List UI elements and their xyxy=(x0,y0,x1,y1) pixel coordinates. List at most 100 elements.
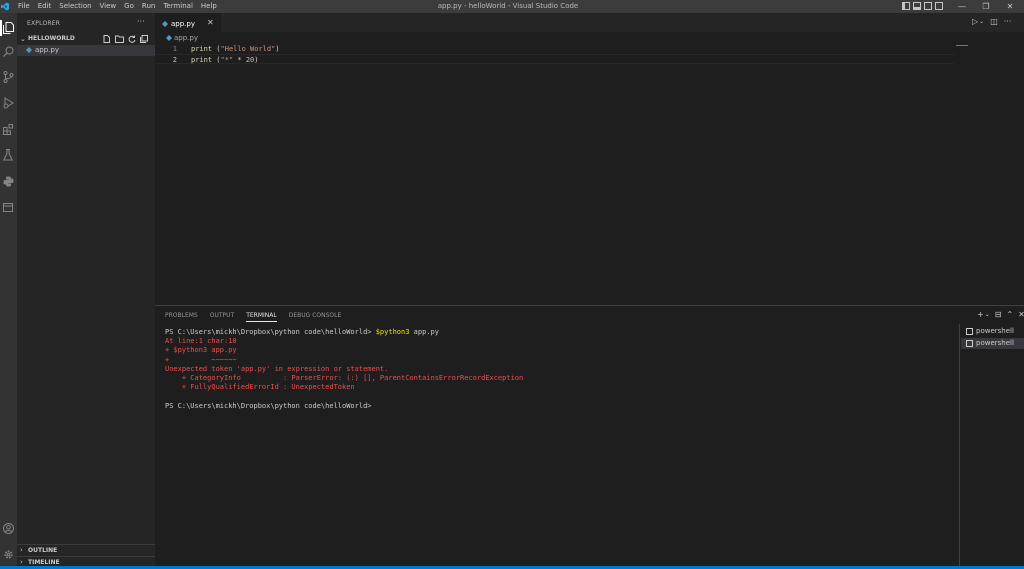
new-folder-icon[interactable] xyxy=(115,35,124,43)
tab-label: app.py xyxy=(171,20,195,28)
window-title: app.py - helloWorld - Visual Studio Code xyxy=(437,2,579,10)
terminal-output[interactable]: PS C:\Users\mickh\Dropbox\python code\he… xyxy=(165,328,955,563)
terminal-icon xyxy=(966,328,973,335)
customize-layout-icon[interactable] xyxy=(935,2,943,10)
folder-header[interactable]: ⌄ HELLOWORLD xyxy=(17,34,155,45)
bottom-panel: PROBLEMS OUTPUT TERMINAL DEBUG CONSOLE +… xyxy=(155,305,1024,569)
extensions-icon[interactable] xyxy=(1,122,15,136)
python-file-icon xyxy=(26,47,32,53)
terminal-argument: app.py xyxy=(409,328,439,336)
breadcrumb[interactable]: app.py xyxy=(166,34,198,42)
terminal-icon xyxy=(966,340,973,347)
sidebar-title: EXPLORER xyxy=(27,20,61,27)
token-operator: * xyxy=(233,56,246,64)
toggle-panel-icon[interactable] xyxy=(913,2,921,10)
tab-problems[interactable]: PROBLEMS xyxy=(165,312,198,322)
file-name: app.py xyxy=(35,46,59,54)
line-number: 2 xyxy=(172,56,177,64)
code-line-current[interactable]: 2 print ("*" * 20) xyxy=(155,54,954,64)
restore-button[interactable]: ❐ xyxy=(974,0,998,13)
remote-explorer-icon[interactable] xyxy=(1,200,15,214)
chevron-right-icon: › xyxy=(20,546,23,554)
refresh-icon[interactable] xyxy=(128,35,136,43)
search-icon[interactable] xyxy=(1,44,15,58)
new-terminal-icon[interactable]: + xyxy=(977,310,984,319)
code-line[interactable]: 1 print ("Hello World") xyxy=(155,44,954,54)
line-number: 1 xyxy=(172,45,177,53)
timeline-label: TIMELINE xyxy=(28,559,60,566)
outline-section[interactable]: › OUTLINE xyxy=(17,544,155,555)
run-debug-icon[interactable] xyxy=(1,96,15,110)
terminal-instance[interactable]: powershell xyxy=(961,326,1024,337)
terminal-dropdown-icon[interactable]: ⌄ xyxy=(985,311,990,319)
chevron-right-icon: › xyxy=(20,558,23,566)
layout-controls xyxy=(902,2,943,10)
close-panel-icon[interactable]: ✕ xyxy=(1018,310,1024,319)
close-window-button[interactable]: ✕ xyxy=(998,0,1022,13)
token-number: 20 xyxy=(245,56,255,64)
python-file-icon xyxy=(166,35,172,41)
token-paren: ) xyxy=(275,45,280,53)
new-file-icon[interactable] xyxy=(103,35,111,43)
window-controls: — ❐ ✕ xyxy=(950,0,1022,13)
chevron-down-icon: ⌄ xyxy=(20,35,26,43)
terminal-line: PS C:\Users\mickh\Dropbox\python code\he… xyxy=(165,328,955,337)
code-text: print ("Hello World") xyxy=(191,44,280,54)
terminal-error-line: + $python3 app.py xyxy=(165,346,237,355)
split-editor-icon[interactable]: ◫ xyxy=(990,17,998,26)
tab-output[interactable]: OUTPUT xyxy=(210,312,234,322)
explorer-sidebar: EXPLORER ··· ⌄ HELLOWORLD app.py › OUTLI… xyxy=(17,13,155,569)
terminal-prompt: PS C:\Users\mickh\Dropbox\python code\he… xyxy=(165,401,372,410)
run-dropdown-chevron-icon[interactable]: ⌄ xyxy=(979,18,984,26)
minimap[interactable] xyxy=(954,44,1024,304)
toggle-secondary-sidebar-icon[interactable] xyxy=(924,2,932,10)
terminal-error-line: + FullyQualifiedErrorId : UnexpectedToke… xyxy=(165,383,355,392)
token-string: "*" xyxy=(220,56,234,64)
terminal-error-line: Unexpected token 'app.py' in expression … xyxy=(165,364,389,373)
settings-gear-icon[interactable] xyxy=(1,547,15,561)
token-function: print xyxy=(191,45,213,53)
activity-bar xyxy=(0,13,17,569)
terminal-instance-active[interactable]: powershell xyxy=(961,338,1024,349)
terminal-prompt: PS C:\Users\mickh\Dropbox\python code\he… xyxy=(165,328,376,336)
testing-icon[interactable] xyxy=(1,148,15,162)
token-paren: ) xyxy=(254,56,259,64)
tab-app-py[interactable]: app.py ✕ xyxy=(155,13,221,32)
outline-label: OUTLINE xyxy=(28,547,58,554)
accounts-icon[interactable] xyxy=(1,521,15,535)
terminal-list: powershell powershell xyxy=(959,324,1024,569)
editor-actions: ▷ ⌄ ◫ ··· xyxy=(972,17,1011,26)
more-actions-icon[interactable]: ··· xyxy=(137,17,145,26)
editor-tab-bar: app.py ✕ xyxy=(155,13,1024,32)
source-control-icon[interactable] xyxy=(1,70,15,84)
run-python-file-icon[interactable]: ▷ xyxy=(972,17,978,26)
breadcrumb-file[interactable]: app.py xyxy=(174,34,198,42)
file-item-app-py[interactable]: app.py xyxy=(17,45,155,56)
token-function: print xyxy=(191,56,213,64)
split-terminal-icon[interactable]: ⊟ xyxy=(995,310,1002,319)
title-bar: File Edit Selection View Go Run Terminal… xyxy=(0,0,1024,13)
token-paren: ( xyxy=(212,56,221,64)
close-tab-icon[interactable]: ✕ xyxy=(207,18,214,27)
terminal-instance-label: powershell xyxy=(976,327,1014,335)
collapse-all-icon[interactable] xyxy=(140,35,148,43)
code-text: print ("*" * 20) xyxy=(191,55,258,65)
panel-tab-bar: PROBLEMS OUTPUT TERMINAL DEBUG CONSOLE xyxy=(165,312,341,322)
maximize-panel-icon[interactable]: ⌃ xyxy=(1006,310,1013,319)
explorer-icon[interactable] xyxy=(1,21,15,35)
panel-actions: + ⌄ ⊟ ⌃ ✕ xyxy=(977,310,1024,319)
token-paren: ( xyxy=(212,45,221,53)
terminal-error-line: + CategoryInfo : ParserError: (:) [], Pa… xyxy=(165,373,524,382)
python-file-icon xyxy=(162,21,168,27)
tab-terminal[interactable]: TERMINAL xyxy=(246,312,277,322)
toggle-sidebar-icon[interactable] xyxy=(902,2,910,10)
python-icon[interactable] xyxy=(1,174,15,188)
token-string: "Hello World" xyxy=(220,45,276,53)
terminal-error-line: At line:1 char:10 xyxy=(165,337,237,346)
tab-debug-console[interactable]: DEBUG CONSOLE xyxy=(289,312,342,322)
minimize-button[interactable]: — xyxy=(950,0,974,13)
more-actions-icon[interactable]: ··· xyxy=(1004,17,1012,26)
code-editor[interactable]: 1 print ("Hello World") 2 print ("*" * 2… xyxy=(155,44,954,304)
terminal-command: $python3 xyxy=(375,328,410,336)
